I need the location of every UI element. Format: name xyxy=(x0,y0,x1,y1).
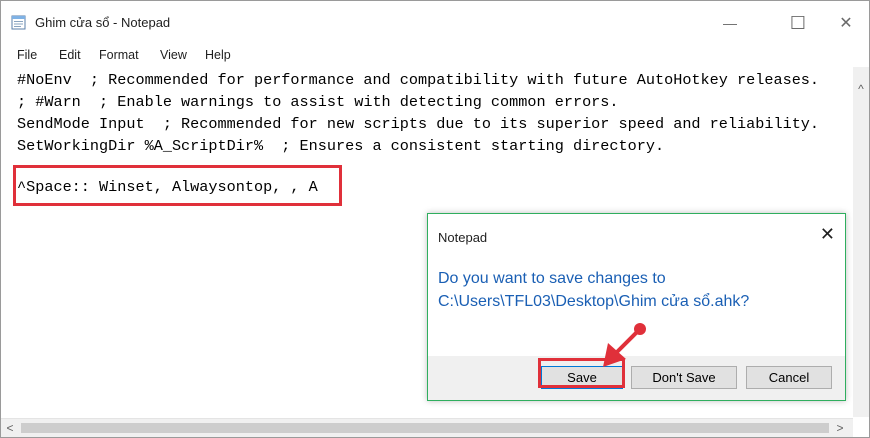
red-arrow-icon xyxy=(603,323,646,367)
